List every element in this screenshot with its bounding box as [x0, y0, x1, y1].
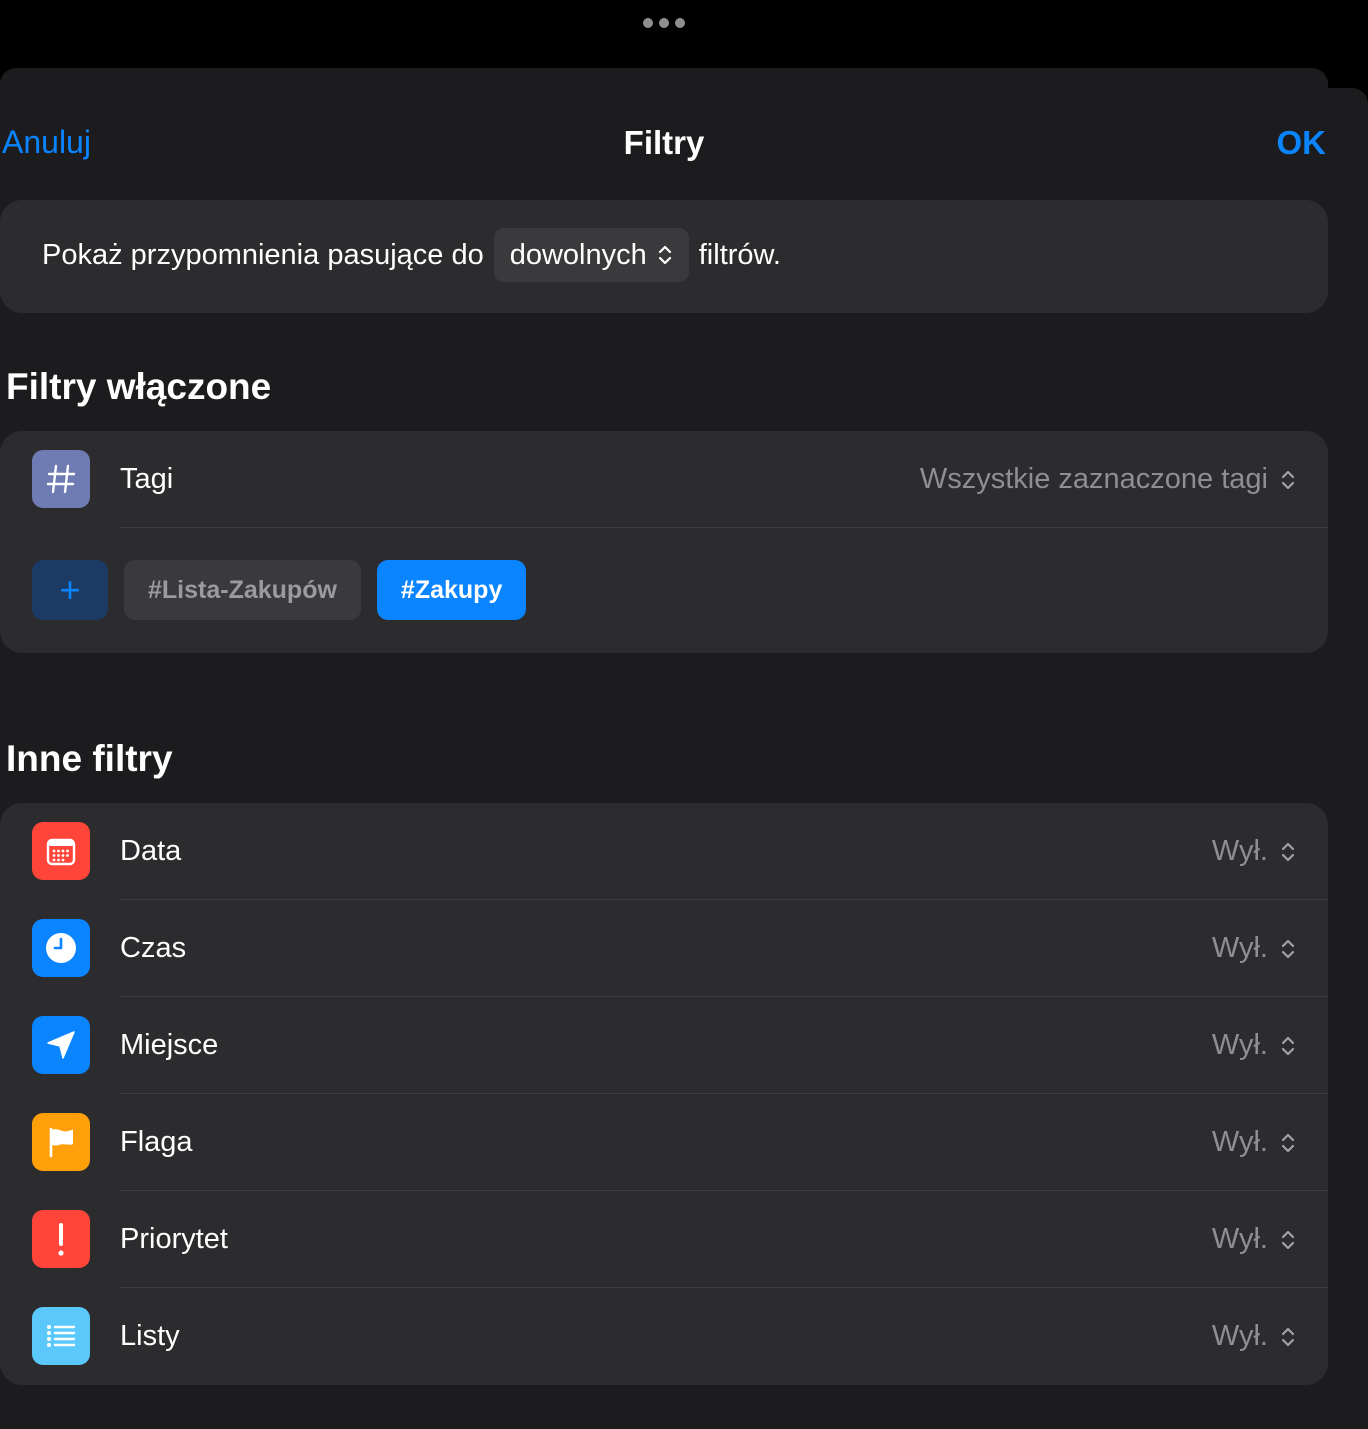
filter-row-location[interactable]: Miejsce Wył. [0, 997, 1328, 1094]
dot-icon [659, 18, 669, 28]
filter-row-value-select[interactable]: Wył. [1212, 1094, 1296, 1191]
dot-icon [675, 18, 685, 28]
filter-row-value: Wył. [1211, 1223, 1268, 1255]
filter-row-value: Wył. [1211, 932, 1268, 964]
chevron-up-down-icon [1281, 1327, 1295, 1346]
list-icon [32, 1307, 90, 1365]
filter-row-tags[interactable]: Tagi Wszystkie zaznaczone tagi [0, 431, 1328, 528]
dot-icon [643, 18, 653, 28]
chevron-up-down-icon [1281, 1036, 1295, 1055]
match-prefix-text: Pokaż przypomnienia pasujące do [42, 238, 484, 271]
filter-row-value-select[interactable]: Wył. [1212, 803, 1296, 900]
filter-row-value: Wył. [1211, 1126, 1268, 1158]
tag-chip-lista-zakupow[interactable]: #Lista-Zakupów [124, 560, 361, 620]
filter-row-value: Wył. [1211, 835, 1268, 867]
filter-row-value-select[interactable]: Wył. [1212, 1191, 1296, 1288]
filter-row-value-select[interactable]: Wył. [1212, 1288, 1296, 1385]
other-filters-card: Data Wył. Czas Wył. Miejsce Wył. Flaga W… [0, 803, 1328, 1385]
filter-row-value: Wył. [1211, 1029, 1268, 1061]
filter-row-value-select[interactable]: Wył. [1212, 900, 1296, 997]
chevron-up-down-icon [658, 245, 671, 265]
match-mode-value: dowolnych [509, 238, 647, 271]
exclamation-icon [32, 1210, 90, 1268]
filter-row-flag[interactable]: Flaga Wył. [0, 1094, 1328, 1191]
tags-mode-select[interactable]: Wszystkie zaznaczone tagi [920, 431, 1296, 528]
clock-icon [32, 919, 90, 977]
other-filters-heading: Inne filtry [6, 738, 173, 779]
enabled-filters-heading: Filtry włączone [6, 366, 272, 407]
filter-row-value: Wszystkie zaznaczone tagi [919, 463, 1268, 495]
filter-row-label: Czas [120, 932, 187, 964]
tag-chip-zakupy[interactable]: #Zakupy [376, 560, 527, 620]
filter-row-priority[interactable]: Priorytet Wył. [0, 1191, 1328, 1288]
chevron-up-down-icon [1281, 470, 1295, 489]
add-tag-button[interactable]: + [32, 560, 108, 620]
filter-row-time[interactable]: Czas Wył. [0, 900, 1328, 997]
filter-row-label: Listy [120, 1320, 180, 1352]
match-suffix-text: filtrów. [698, 238, 781, 271]
match-mode-sentence: Pokaż przypomnienia pasujące do dowolnyc… [42, 228, 781, 282]
chevron-up-down-icon [1281, 1133, 1295, 1152]
match-mode-select[interactable]: dowolnych [493, 228, 689, 282]
enabled-filters-card: Tagi Wszystkie zaznaczone tagi + #Lista-… [0, 431, 1328, 653]
location-arrow-icon [32, 1016, 90, 1074]
row-divider [120, 527, 1328, 528]
ok-button[interactable]: OK [1277, 124, 1327, 162]
multitask-dots[interactable] [643, 18, 685, 28]
tag-chip-list: + #Lista-Zakupów #Zakupy [32, 560, 527, 620]
flag-icon [32, 1113, 90, 1171]
match-mode-card: Pokaż przypomnienia pasujące do dowolnyc… [0, 200, 1328, 313]
chevron-up-down-icon [1281, 1230, 1295, 1249]
filter-row-value: Wył. [1211, 1320, 1268, 1352]
filter-row-value-select[interactable]: Wył. [1212, 997, 1296, 1094]
filter-row-label: Tagi [120, 463, 174, 495]
chevron-up-down-icon [1281, 939, 1295, 958]
filter-row-label: Priorytet [120, 1223, 228, 1255]
filter-row-label: Miejsce [120, 1029, 219, 1061]
chevron-up-down-icon [1281, 842, 1295, 861]
hashtag-icon [32, 450, 90, 508]
navigation-bar: Anuluj Filtry OK [0, 88, 1328, 200]
calendar-icon [32, 822, 90, 880]
filter-row-label: Data [120, 835, 182, 867]
filters-sheet: Anuluj Filtry OK Pokaż przypomnienia pas… [0, 88, 1368, 1429]
filter-row-label: Flaga [120, 1126, 193, 1158]
filter-row-lists[interactable]: Listy Wył. [0, 1288, 1328, 1385]
page-title: Filtry [623, 124, 705, 161]
filter-row-date[interactable]: Data Wył. [0, 803, 1328, 900]
